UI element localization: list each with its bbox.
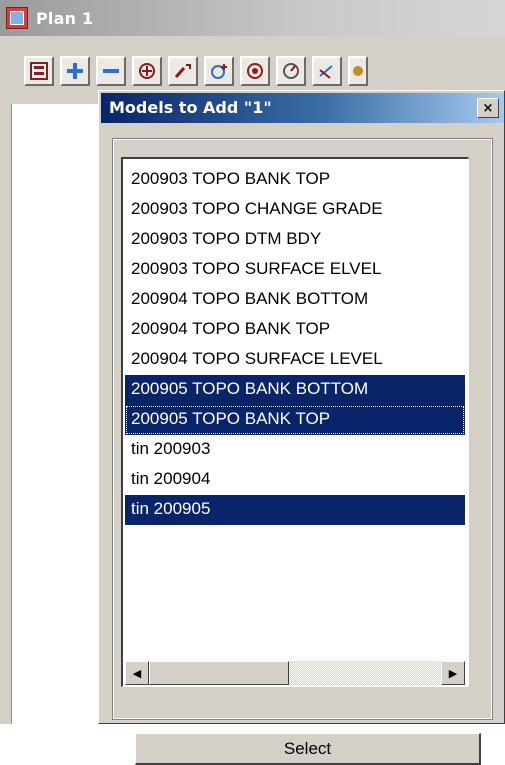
scroll-left-arrow-icon: ◀ xyxy=(132,666,142,680)
scroll-right-arrow-icon: ▶ xyxy=(448,666,458,680)
scroll-left-button[interactable]: ◀ xyxy=(125,661,149,685)
target-button[interactable] xyxy=(240,56,270,86)
plan-titlebar[interactable]: Plan 1 xyxy=(0,0,505,36)
window-title: Plan 1 xyxy=(36,9,94,28)
dialog-title: Models to Add "1" xyxy=(109,98,272,117)
add-button[interactable] xyxy=(60,56,90,86)
list-item[interactable]: 200903 TOPO CHANGE GRADE xyxy=(125,195,465,225)
scroll-thumb[interactable] xyxy=(149,661,289,685)
list-item[interactable]: 200905 TOPO BANK TOP xyxy=(125,405,465,435)
close-button[interactable]: × xyxy=(477,98,499,118)
remove-button[interactable] xyxy=(96,56,126,86)
list-item[interactable]: tin 200905 xyxy=(125,495,465,525)
zoom-extents-button[interactable] xyxy=(204,56,234,86)
edit-icon xyxy=(319,65,333,79)
remove-icon xyxy=(103,69,119,73)
pan-button[interactable] xyxy=(168,56,198,86)
zoom-extents-icon xyxy=(211,64,227,79)
close-icon: × xyxy=(482,100,494,116)
horizontal-scrollbar[interactable]: ◀ ▶ xyxy=(125,661,465,685)
list-item[interactable]: tin 200904 xyxy=(125,465,465,495)
rotate-icon xyxy=(283,63,299,79)
pan-icon xyxy=(174,64,191,78)
edit-button[interactable] xyxy=(312,56,342,86)
add-icon xyxy=(67,63,83,79)
list-item[interactable]: 200903 TOPO DTM BDY xyxy=(125,225,465,255)
layers-button[interactable] xyxy=(24,56,54,86)
list-item[interactable]: 200904 TOPO SURFACE LEVEL xyxy=(125,345,465,375)
settings-icon xyxy=(353,66,363,76)
layers-icon xyxy=(30,62,48,80)
list-item[interactable]: 200903 TOPO BANK TOP xyxy=(125,165,465,195)
list-item[interactable]: tin 200903 xyxy=(125,435,465,465)
model-list[interactable]: 200903 TOPO BANK TOP 200903 TOPO CHANGE G… xyxy=(121,157,469,687)
list-item[interactable]: 200903 TOPO SURFACE ELVEL xyxy=(125,255,465,285)
settings-button[interactable] xyxy=(348,56,368,86)
dialog-titlebar[interactable]: Models to Add "1" × xyxy=(101,93,504,123)
list-item[interactable]: 200904 TOPO BANK TOP xyxy=(125,315,465,345)
list-item[interactable]: 200904 TOPO BANK BOTTOM xyxy=(125,285,465,315)
zoom-in-button[interactable] xyxy=(132,56,162,86)
rotate-button[interactable] xyxy=(276,56,306,86)
target-icon xyxy=(247,63,263,79)
select-button[interactable]: Select xyxy=(135,733,481,765)
scroll-right-button[interactable]: ▶ xyxy=(441,661,465,685)
list-item[interactable]: 200905 TOPO BANK BOTTOM xyxy=(125,375,465,405)
window-left-frame xyxy=(0,104,12,724)
models-dialog: Models to Add "1" × 200903 TOPO BANK TOP… xyxy=(98,90,505,765)
zoom-in-icon xyxy=(139,63,155,79)
app-icon xyxy=(6,7,28,29)
